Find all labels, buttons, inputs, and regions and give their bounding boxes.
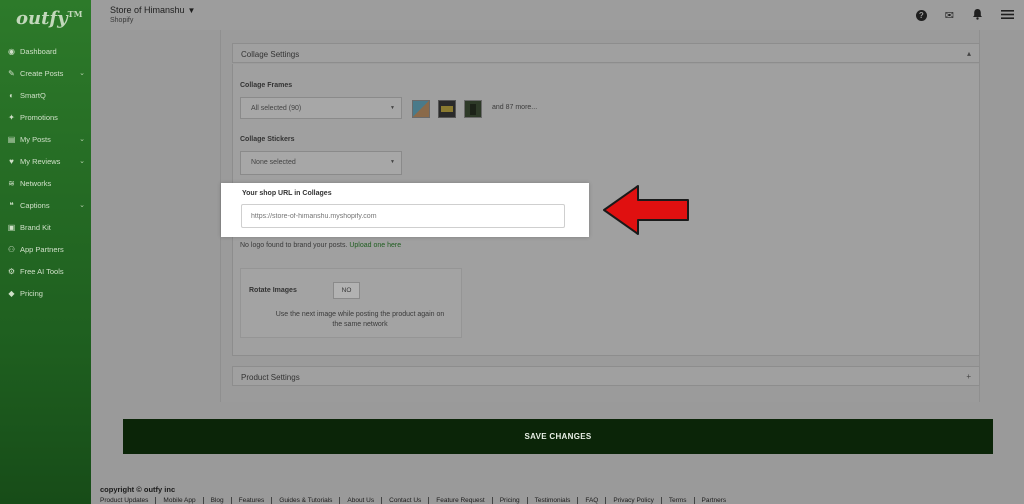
footer-link[interactable]: Testimonials	[527, 497, 579, 504]
footer-link[interactable]: Mobile App	[156, 497, 204, 504]
sidebar: outfyTM ◉ Dashboard ✎ Create Posts ⌄ ◐ Smart…	[0, 0, 91, 504]
bell-icon[interactable]	[972, 8, 983, 23]
footer-link[interactable]: Blog	[203, 497, 232, 504]
shop-url-input[interactable]	[241, 204, 565, 228]
help-icon[interactable]: ?	[915, 10, 927, 21]
posts-icon: ▤	[7, 134, 16, 144]
sidebar-item-app-partners[interactable]: ⚇ App Partners	[0, 238, 91, 260]
collage-stickers-select[interactable]: None selected ▼	[240, 151, 402, 175]
promo-icon: ✦	[8, 112, 15, 122]
partners-icon: ⚇	[7, 244, 16, 254]
collage-frames-label: Collage Frames	[240, 82, 293, 89]
sidebar-item-free-ai-tools[interactable]: ⚙ Free AI Tools	[0, 260, 91, 282]
wifi-icon: ≋	[8, 178, 15, 188]
store-switcher[interactable]: Store of Himanshu ▼	[110, 5, 195, 15]
queue-icon: ◐	[9, 90, 14, 100]
frame-thumbnail[interactable]	[438, 100, 456, 118]
footer-link[interactable]: Terms	[661, 497, 695, 504]
frame-thumbnail[interactable]	[464, 100, 482, 118]
chevron-down-icon: ⌄	[79, 70, 85, 77]
dashboard-icon: ◉	[8, 46, 15, 56]
footer-link[interactable]: Partners	[695, 497, 734, 504]
chevron-down-icon: ⌄	[79, 136, 85, 143]
outfy-logo[interactable]: outfyTM	[16, 8, 82, 29]
chevron-down-icon: ▼	[390, 105, 395, 111]
shop-url-highlight: Your shop URL in Collages	[221, 183, 589, 237]
caret-down-icon: ▼	[187, 6, 196, 15]
heart-icon: ♥	[9, 156, 14, 166]
no-logo-message: No logo found to brand your posts. Uploa…	[240, 242, 402, 249]
store-platform: Shopify	[110, 17, 134, 24]
expand-icon: ▴	[966, 49, 971, 58]
footer-link[interactable]: Product Updates	[100, 497, 157, 504]
sidebar-item-promotions[interactable]: ✦ Promotions	[0, 106, 91, 128]
footer-links: Product Updates Mobile App Blog Features Gui…	[100, 497, 733, 504]
sidebar-item-my-reviews[interactable]: ♥ My Reviews ⌄	[0, 150, 91, 172]
rotate-images-toggle[interactable]: NO	[333, 282, 360, 299]
collage-stickers-label: Collage Stickers	[240, 136, 295, 143]
collage-frames-select[interactable]: All selected (90) ▼	[240, 97, 402, 119]
shop-url-label: Your shop URL in Collages	[242, 190, 332, 197]
footer-link[interactable]: Pricing	[492, 497, 528, 504]
mail-icon[interactable]: ✉	[945, 10, 954, 22]
save-changes-button[interactable]: SAVE CHANGES	[123, 419, 993, 454]
sidebar-item-dashboard[interactable]: ◉ Dashboard	[0, 40, 91, 62]
sidebar-item-my-posts[interactable]: ▤ My Posts ⌄	[0, 128, 91, 150]
chevron-down-icon: ▼	[390, 159, 395, 165]
top-header: Store of Himanshu ▼ Shopify ? ✉	[91, 0, 1024, 30]
header-actions: ? ✉	[915, 8, 1014, 23]
footer-link[interactable]: Features	[231, 497, 273, 504]
sidebar-item-networks[interactable]: ≋ Networks	[0, 172, 91, 194]
footer-link[interactable]: Feature Request	[429, 497, 493, 504]
footer-link[interactable]: FAQ	[578, 497, 607, 504]
chevron-down-icon: ⌄	[79, 158, 85, 165]
upload-logo-link[interactable]: Upload one here	[349, 242, 401, 249]
sidebar-item-pricing[interactable]: ◆ Pricing	[0, 282, 91, 304]
collage-settings-header[interactable]: Collage Settings ▴	[232, 43, 980, 63]
menu-icon[interactable]	[1001, 9, 1014, 23]
ai-icon: ⚙	[7, 266, 16, 276]
caption-icon: ❝	[9, 200, 14, 210]
sidebar-item-create-posts[interactable]: ✎ Create Posts ⌄	[0, 62, 91, 84]
brand-icon: ▣	[7, 222, 16, 232]
footer-link[interactable]: About Us	[340, 497, 383, 504]
edit-icon: ✎	[8, 68, 15, 78]
frame-thumbnail[interactable]	[412, 100, 430, 118]
expand-icon: +	[966, 372, 971, 381]
footer-link[interactable]: Privacy Policy	[606, 497, 662, 504]
copyright: copyright © outfy inc	[100, 485, 176, 494]
sidebar-item-captions[interactable]: ❝ Captions ⌄	[0, 194, 91, 216]
frames-more-link[interactable]: and 87 more...	[492, 104, 537, 111]
chevron-down-icon: ⌄	[79, 202, 85, 209]
tag-icon: ◆	[8, 288, 15, 298]
sidebar-nav: ◉ Dashboard ✎ Create Posts ⌄ ◐ SmartQ ✦ Promo…	[0, 40, 91, 304]
sidebar-item-brand-kit[interactable]: ▣ Brand Kit	[0, 216, 91, 238]
rotate-images-label: Rotate Images	[249, 287, 297, 294]
footer-link[interactable]: Contact Us	[382, 497, 430, 504]
footer-link[interactable]: Guides & Tutorials	[272, 497, 341, 504]
rotate-images-note: Use the next image while posting the pro…	[275, 311, 445, 328]
red-arrow-icon	[603, 185, 689, 235]
sidebar-item-smartq[interactable]: ◐ SmartQ	[0, 84, 91, 106]
product-settings-header[interactable]: Product Settings +	[232, 366, 980, 386]
